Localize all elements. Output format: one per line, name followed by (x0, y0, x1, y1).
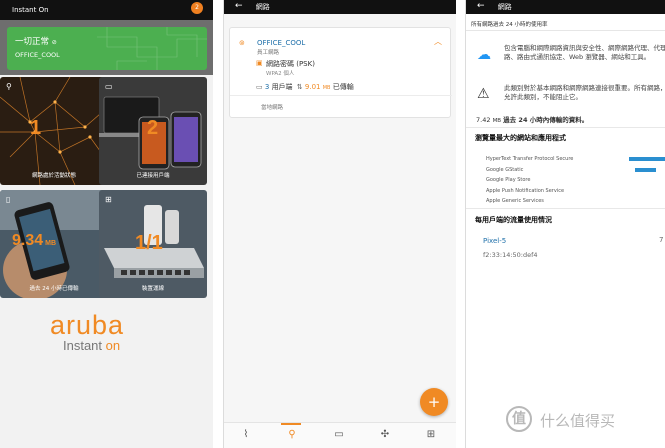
nav-devices-icon[interactable]: ⊞ (423, 429, 439, 443)
tile-label: 網路處於活動狀態 (31, 173, 76, 179)
networks-title: 網路 (255, 3, 270, 11)
watermark-logo: 值 (506, 406, 532, 432)
usage-panel: ← 網路 所有網路過去 24 小時的使用率 ☁ 包含電腦和網際網路資訊與安全性、… (466, 0, 665, 448)
network-type: 員工網路 (257, 50, 280, 56)
notification-badge[interactable]: 2 (191, 2, 203, 14)
networks-panel: ← 網路 ⊚ OFFICE_COOL 員工網路 ︿ ▣ 網路密碼 (PSK) W… (224, 0, 456, 448)
app-usage-bar (635, 167, 656, 172)
screenshot-stage: Instant On 2 一切正常 ⊘ OFFICE_COOL ⚲ 1 網路處於… (0, 0, 665, 448)
local-network-link[interactable]: 當地網路 (261, 103, 283, 111)
section-divider (466, 127, 665, 128)
warning-icon: ⚠ (477, 86, 490, 102)
check-circle-icon: ⊘ (51, 39, 57, 46)
top-apps-title: 瀏覽量最大的網站和應用程式 (475, 134, 566, 142)
network-card[interactable]: ⊚ OFFICE_COOL 員工網路 ︿ ▣ 網路密碼 (PSK) WPA2 個… (229, 27, 452, 118)
transfer-unit: MB (322, 85, 331, 91)
transfer-summary: 7.42 MB 過去 24 小時內傳輸的資料。 (476, 116, 589, 124)
app-item: HyperText Transfer Protocol Secure (486, 156, 574, 162)
top-apps-list: HyperText Transfer Protocol Secure Googl… (486, 156, 573, 209)
transfer-value: 9.01 (304, 83, 321, 91)
app-item: Apple Generic Services (486, 198, 544, 204)
client-mac: f2:33:14:50:def4 (483, 251, 538, 259)
app-usage-bar (628, 157, 665, 161)
tile-data-transferred[interactable]: ▯ 9.34 MB 過去 24 小時已傳輸 (0, 190, 108, 298)
add-network-button[interactable]: + (420, 388, 448, 416)
devices-icon: ▭ (105, 82, 113, 91)
tile-label: 已連接用戶端 (136, 173, 170, 179)
cloud-icon: ☁ (477, 47, 491, 63)
transfer-label: 已傳輸 (332, 83, 354, 91)
nav-mesh-icon[interactable]: ✣ (377, 429, 393, 443)
back-arrow-icon[interactable]: ← (477, 1, 485, 11)
password-label[interactable]: 網路密碼 (PSK) (266, 59, 315, 69)
network-lines-image (0, 77, 108, 185)
per-client-title: 每用戶端的流量使用情況 (475, 216, 552, 224)
client-usage-value: 7 (659, 236, 664, 244)
clients-count: 3 (264, 83, 270, 91)
usage-title: 網路 (497, 3, 512, 11)
phone-icon: ▯ (6, 195, 11, 204)
usage-header: ← 網路 (466, 0, 665, 14)
app-item: Google GStatic (486, 166, 524, 173)
section-divider (466, 208, 665, 209)
data-transferred-value: 9.34 MB (12, 232, 57, 249)
client-name[interactable]: Pixel-5 (483, 237, 506, 245)
aruba-logo: aruba Instant on (50, 310, 125, 353)
app-title: Instant On (12, 6, 49, 14)
networks-header: ← 網路 (224, 0, 456, 14)
chevron-up-icon[interactable]: ︿ (434, 36, 442, 47)
clients-count: 2 (147, 117, 159, 139)
watermark: 值 什么值得买 (506, 404, 665, 434)
clients-label: 用戶端 (271, 83, 293, 91)
tile-device-status[interactable]: ⊞ 1/1 裝置運線 (99, 190, 207, 298)
nav-clients-icon[interactable]: ▭ (331, 429, 347, 443)
bottom-navigation: ⌇ ⚲ ▭ ✣ ⊞ (224, 422, 456, 448)
lock-icon: ▣ (256, 59, 263, 67)
active-tab-indicator (281, 423, 301, 425)
health-status-card[interactable]: 一切正常 ⊘ OFFICE_COOL (7, 27, 207, 70)
app-item: Google Play Store (486, 177, 531, 183)
category-description: 包含電腦和網際網路資訊與安全性、網際網路代理、代理和網路、路由式通訊協定、Web… (504, 44, 665, 61)
security-type: WPA2 個人 (266, 71, 295, 77)
clients-summary: ▭ 3 用戶端 ⇅ 9.01 MB 已傳輸 (256, 82, 354, 92)
active-networks-count: 1 (30, 117, 42, 139)
app-item: Apple Push Notification Service (486, 187, 565, 194)
network-share-icon: ⚲ (6, 82, 12, 91)
network-name: OFFICE_COOL (257, 39, 306, 47)
circuit-pattern (97, 27, 207, 70)
usage-subheader: 所有網路過去 24 小時的使用率 (466, 20, 665, 31)
nav-activity-icon[interactable]: ⌇ (238, 429, 254, 443)
warning-text: 此類別對於基本網路和網際網路連接很重要。所有網路，始終允許此類別，不能阻止它。 (504, 84, 665, 101)
tile-connected-clients[interactable]: ▭ 2 已連接用戶端 (99, 77, 207, 185)
card-divider (230, 95, 452, 96)
dashboard-panel: Instant On 2 一切正常 ⊘ OFFICE_COOL ⚲ 1 網路處於… (0, 0, 213, 448)
tile-active-networks[interactable]: ⚲ 1 網路處於活動狀態 (0, 77, 108, 185)
clients-icon: ▭ (256, 83, 263, 91)
app-header: Instant On 2 (0, 0, 213, 20)
nav-networks-icon[interactable]: ⚲ (284, 429, 300, 443)
device-online-ratio: 1/1 (135, 232, 163, 254)
watermark-text: 什么值得买 (540, 412, 616, 430)
back-arrow-icon[interactable]: ← (235, 1, 243, 11)
category-warning: ⚠ 此類別對於基本網路和網際網路連接很重要。所有網路，始終允許此類別，不能阻止它… (477, 84, 665, 110)
tile-label: 裝置運線 (141, 286, 164, 292)
category-info: ☁ 包含電腦和網際網路資訊與安全性、網際網路代理、代理和網路、路由式通訊協定、W… (477, 44, 665, 80)
tile-label: 過去 24 小時已傳輸 (29, 286, 79, 292)
transfer-icon: ⇅ (296, 83, 303, 91)
topology-icon: ⊞ (105, 195, 112, 204)
wifi-icon: ⊚ (239, 39, 245, 47)
